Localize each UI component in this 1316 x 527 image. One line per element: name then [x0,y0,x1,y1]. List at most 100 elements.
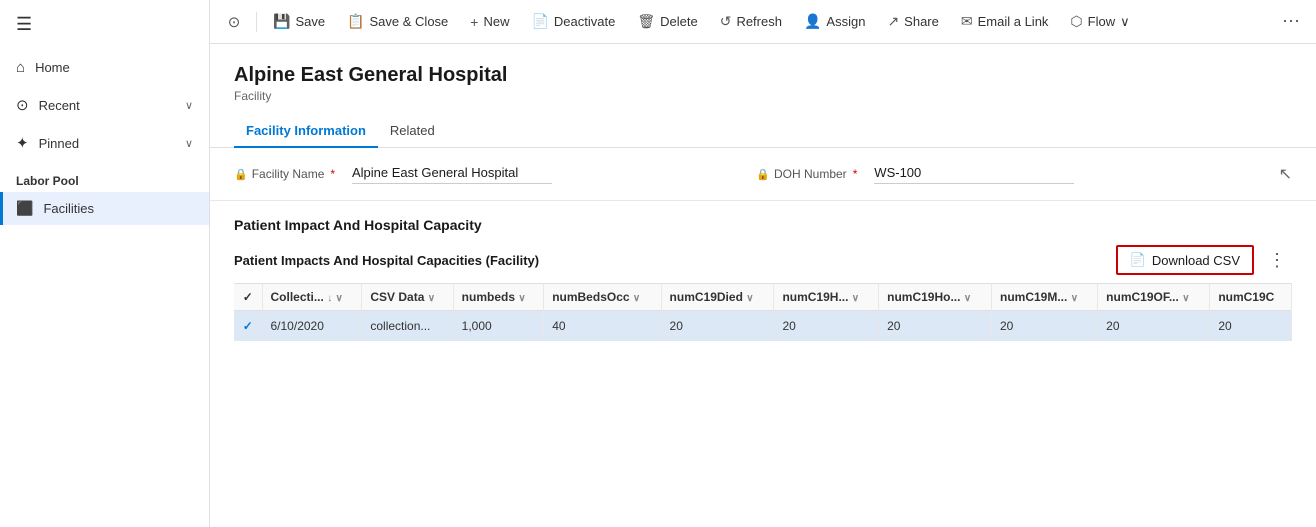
deactivate-button[interactable]: 📄 Deactivate [521,7,625,36]
cell-numC19Ho: 20 [879,311,992,342]
sort-icon[interactable]: ↓ [327,293,332,304]
save-close-label: Save & Close [370,14,449,29]
facility-name-value[interactable]: Alpine East General Hospital [352,165,552,184]
toolbar: ⊙ 💾 Save 📋 Save & Close + New 📄 Deactiva… [210,0,1316,44]
required-indicator: * [330,167,335,181]
email-link-button[interactable]: ✉ Email a Link [951,7,1059,36]
flow-chevron-icon: ∨ [1120,14,1130,30]
sidebar-item-label: Home [35,60,70,75]
save-close-icon: 📋 [347,13,364,30]
share-label: Share [904,14,939,29]
column-header-numC19Died[interactable]: numC19Died ∨ [661,284,774,311]
sidebar: ☰ ⌂ Home ⊙ Recent ∨ ✦ Pinned ∨ Labor Poo… [0,0,210,527]
tabs-container: Facility Information Related [210,103,1316,148]
deactivate-icon: 📄 [531,13,548,30]
record-title: Alpine East General Hospital [234,64,1292,87]
refresh-label: Refresh [736,14,782,29]
share-icon: ↗ [887,13,899,30]
save-button[interactable]: 💾 Save [263,7,335,36]
share-button[interactable]: ↗ Share [877,7,948,36]
column-header-numC19OF[interactable]: numC19OF... ∨ [1098,284,1210,311]
hamburger-menu[interactable]: ☰ [0,0,209,49]
form-section: 🔒 Facility Name * Alpine East General Ho… [210,148,1316,201]
row-check[interactable]: ✓ [234,311,262,342]
column-header-numC19c[interactable]: numC19C [1210,284,1292,311]
sidebar-item-pinned[interactable]: ✦ Pinned ∨ [0,124,209,162]
chevron-down-icon: ∨ [185,99,193,112]
history-button[interactable]: ⊙ [218,6,250,38]
deactivate-label: Deactivate [554,14,615,29]
hamburger-icon: ☰ [16,14,32,34]
email-icon: ✉ [961,13,973,30]
save-label: Save [295,14,325,29]
required-indicator: * [853,167,858,181]
facilities-icon: ⬛ [16,200,33,217]
flow-icon: ⬡ [1070,13,1082,30]
tab-related[interactable]: Related [378,115,447,148]
facility-name-field: 🔒 Facility Name * Alpine East General Ho… [234,165,724,184]
new-button[interactable]: + New [460,8,519,36]
record-subtitle: Facility [234,89,1292,103]
doh-number-label: 🔒 DOH Number * [756,167,866,181]
lock-icon: 🔒 [756,168,770,181]
save-icon: 💾 [273,13,290,30]
filter-icon[interactable]: ∨ [336,293,343,304]
cell-numC19c: 20 [1210,311,1292,342]
new-icon: + [470,14,478,30]
delete-button[interactable]: 🗑 Delete [627,7,707,36]
delete-label: Delete [660,14,698,29]
flow-button[interactable]: ⬡ Flow ∨ [1060,7,1139,36]
filter-icon[interactable]: ∨ [428,293,435,304]
mouse-cursor: ↖ [1279,164,1292,184]
subgrid-section-title: Patient Impact And Hospital Capacity [234,217,1292,233]
flow-label: Flow [1088,14,1115,29]
filter-icon[interactable]: ∨ [633,293,640,304]
toolbar-more-button[interactable]: ⋯ [1274,7,1308,36]
sidebar-item-home[interactable]: ⌂ Home [0,49,209,86]
recent-icon: ⊙ [16,96,29,114]
filter-icon[interactable]: ∨ [746,293,753,304]
subgrid-more-button[interactable]: ⋮ [1262,248,1292,273]
column-header-numC19M[interactable]: numC19M... ∨ [992,284,1098,311]
facility-name-label: 🔒 Facility Name * [234,167,344,181]
home-icon: ⌂ [16,59,25,76]
column-header-numbeds[interactable]: numbeds ∨ [453,284,544,311]
column-header-check: ✓ [234,284,262,311]
subgrid-actions: 📄 Download CSV ⋮ [1116,245,1292,275]
tab-facility-information[interactable]: Facility Information [234,115,378,148]
filter-icon[interactable]: ∨ [852,293,859,304]
save-close-button[interactable]: 📋 Save & Close [337,7,458,36]
sidebar-item-label: Recent [39,98,80,113]
column-header-numC19Ho[interactable]: numC19Ho... ∨ [879,284,992,311]
sidebar-item-facilities[interactable]: ⬛ Facilities [0,192,209,225]
download-csv-button[interactable]: 📄 Download CSV [1116,245,1254,275]
download-csv-icon: 📄 [1130,252,1146,268]
delete-icon: 🗑 [637,13,655,30]
filter-icon[interactable]: ∨ [1182,293,1189,304]
form-row: 🔒 Facility Name * Alpine East General Ho… [234,164,1292,184]
cell-numC19Died: 20 [661,311,774,342]
refresh-button[interactable]: ↺ Refresh [710,7,792,36]
cell-numC19M: 20 [992,311,1098,342]
column-header-csv-data[interactable]: CSV Data ∨ [362,284,453,311]
toolbar-separator [256,12,257,32]
doh-number-field: 🔒 DOH Number * WS-100 [756,165,1246,184]
record-header: Alpine East General Hospital Facility [210,44,1316,103]
column-header-numC19H[interactable]: numC19H... ∨ [774,284,879,311]
main-content: ⊙ 💾 Save 📋 Save & Close + New 📄 Deactiva… [210,0,1316,527]
sidebar-item-label: Facilities [43,201,94,216]
filter-icon[interactable]: ∨ [964,293,971,304]
sidebar-item-label: Pinned [39,136,79,151]
filter-icon[interactable]: ∨ [1071,293,1078,304]
doh-number-value[interactable]: WS-100 [874,165,1074,184]
email-label: Email a Link [978,14,1049,29]
column-header-numbedsOcc[interactable]: numBedsOcc ∨ [544,284,661,311]
subgrid-table-title: Patient Impacts And Hospital Capacities … [234,253,539,268]
assign-button[interactable]: 👤 Assign [794,7,875,36]
subgrid-header: Patient Impacts And Hospital Capacities … [234,245,1292,275]
filter-icon[interactable]: ∨ [518,293,525,304]
sidebar-item-recent[interactable]: ⊙ Recent ∨ [0,86,209,124]
column-header-collection-date[interactable]: Collecti... ↓ ∨ [262,284,362,311]
cell-csv-data: collection... [362,311,453,342]
table-row[interactable]: ✓ 6/10/2020 collection... 1,000 40 20 20… [234,311,1292,342]
